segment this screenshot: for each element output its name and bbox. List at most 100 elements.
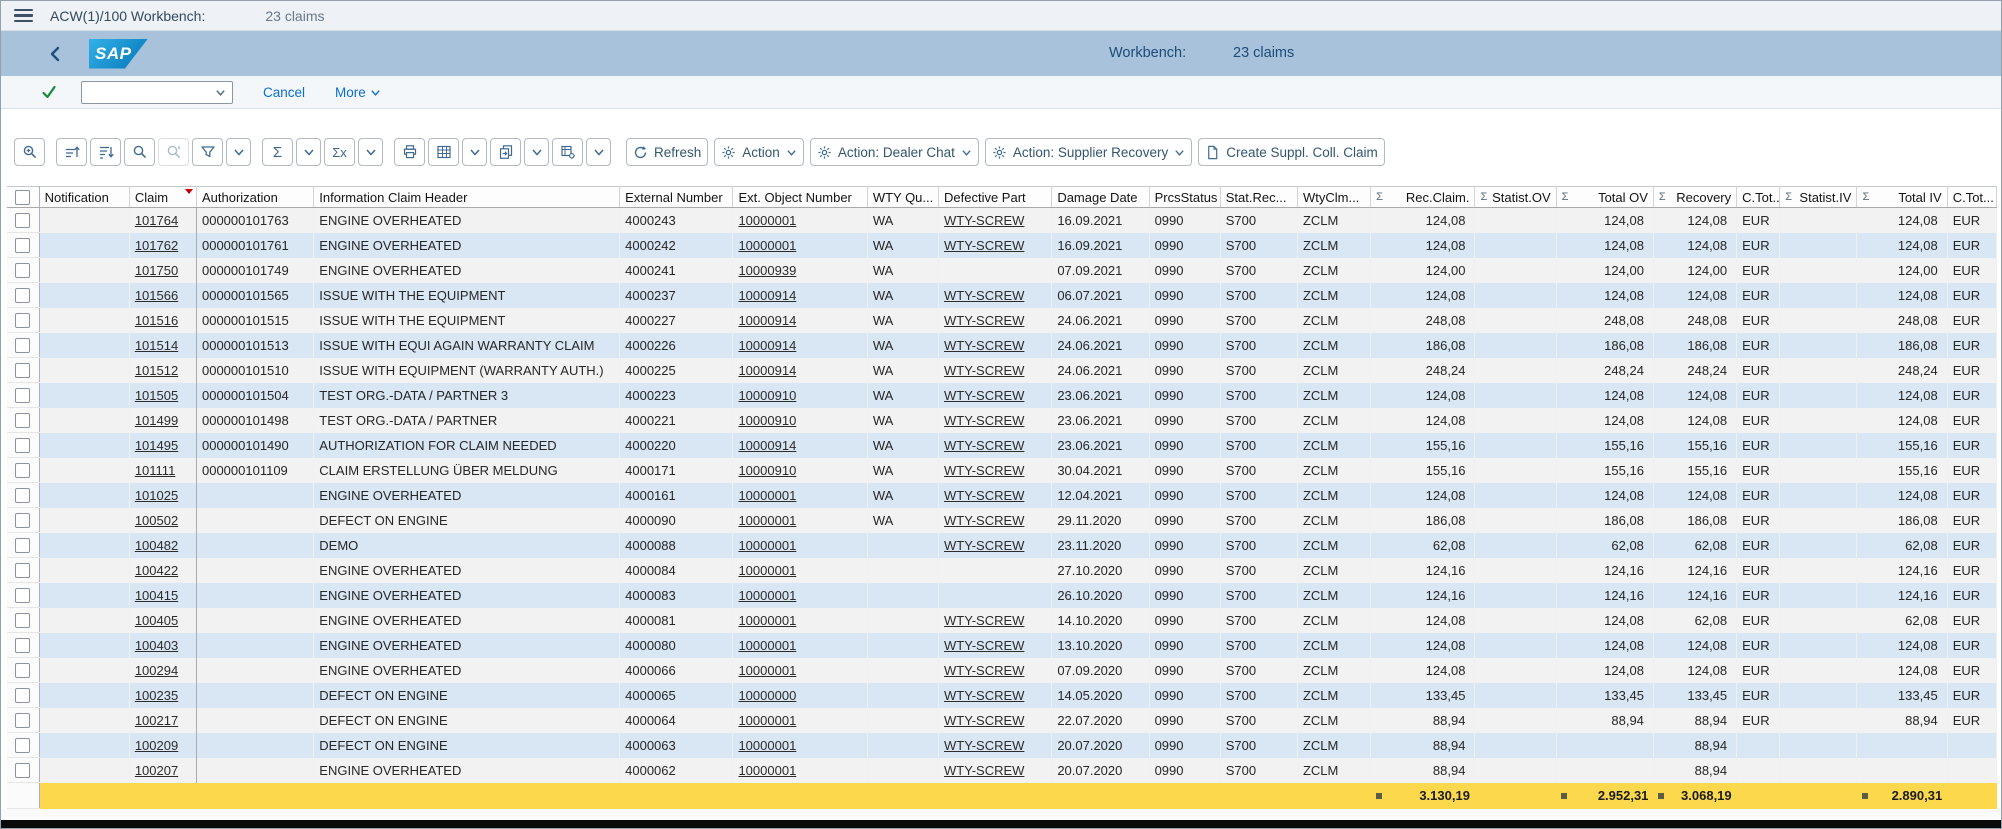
claim-link[interactable]: 100415 xyxy=(135,588,178,603)
ext-object-link[interactable]: 10000001 xyxy=(738,213,796,228)
column-header-wty_clm[interactable]: WtyClm... xyxy=(1297,186,1372,208)
subtotal-button[interactable]: Σx xyxy=(324,138,355,166)
confirm-button[interactable] xyxy=(41,84,57,100)
row-checkbox[interactable] xyxy=(15,263,31,279)
claim-link[interactable]: 100207 xyxy=(135,763,178,778)
defective-part-link[interactable]: WTY-SCREW xyxy=(944,738,1024,753)
action-supplier-recovery-button[interactable]: Action: Supplier Recovery xyxy=(984,138,1193,166)
total-menu-button[interactable] xyxy=(296,138,321,166)
column-header-total_ov[interactable]: Σ Total OV xyxy=(1556,186,1654,208)
filter-menu-button[interactable] xyxy=(226,138,251,166)
combobox-dropdown-button[interactable] xyxy=(209,82,232,103)
views-menu-button[interactable] xyxy=(462,138,487,166)
ext-object-link[interactable]: 10000000 xyxy=(738,688,796,703)
defective-part-link[interactable]: WTY-SCREW xyxy=(944,513,1024,528)
claim-link[interactable]: 101750 xyxy=(135,263,178,278)
defective-part-link[interactable]: WTY-SCREW xyxy=(944,488,1024,503)
subtotal-menu-button[interactable] xyxy=(358,138,383,166)
claim-link[interactable]: 101566 xyxy=(135,288,178,303)
defective-part-link[interactable]: WTY-SCREW xyxy=(944,438,1024,453)
claim-link[interactable]: 100217 xyxy=(135,713,178,728)
column-header-notification[interactable]: Notification xyxy=(39,186,130,208)
column-header-authorization[interactable]: Authorization xyxy=(196,186,315,208)
claim-link[interactable]: 100235 xyxy=(135,688,178,703)
defective-part-link[interactable]: WTY-SCREW xyxy=(944,338,1024,353)
ext-object-link[interactable]: 10000914 xyxy=(738,338,796,353)
total-button[interactable]: Σ xyxy=(262,138,293,166)
create-suppl-coll-claim-button[interactable]: Create Suppl. Coll. Claim xyxy=(1198,138,1385,166)
defective-part-link[interactable]: WTY-SCREW xyxy=(944,363,1024,378)
export-button[interactable] xyxy=(490,138,521,166)
defective-part-link[interactable]: WTY-SCREW xyxy=(944,638,1024,653)
ext-object-link[interactable]: 10000001 xyxy=(738,538,796,553)
ext-object-link[interactable]: 10000910 xyxy=(738,388,796,403)
row-checkbox[interactable] xyxy=(15,238,31,254)
defective-part-link[interactable]: WTY-SCREW xyxy=(944,413,1024,428)
defective-part-link[interactable]: WTY-SCREW xyxy=(944,313,1024,328)
row-checkbox[interactable] xyxy=(15,513,31,529)
layout-menu-button[interactable] xyxy=(586,138,611,166)
action-dealer-chat-button[interactable]: Action: Dealer Chat xyxy=(809,138,979,166)
filter-button[interactable] xyxy=(192,138,223,166)
ext-object-link[interactable]: 10000001 xyxy=(738,563,796,578)
sort-ascending-button[interactable] xyxy=(56,138,87,166)
claim-link[interactable]: 100403 xyxy=(135,638,178,653)
row-checkbox[interactable] xyxy=(15,338,31,354)
ext-object-link[interactable]: 10000910 xyxy=(738,413,796,428)
defective-part-link[interactable]: WTY-SCREW xyxy=(944,688,1024,703)
ext-object-link[interactable]: 10000914 xyxy=(738,438,796,453)
defective-part-link[interactable]: WTY-SCREW xyxy=(944,663,1024,678)
column-header-total_iv[interactable]: Σ Total IV xyxy=(1856,186,1948,208)
claim-link[interactable]: 101499 xyxy=(135,413,178,428)
layout-settings-button[interactable] xyxy=(552,138,583,166)
claim-link[interactable]: 101495 xyxy=(135,438,178,453)
row-checkbox[interactable] xyxy=(15,413,31,429)
row-checkbox[interactable] xyxy=(15,488,31,504)
action-button[interactable]: Action xyxy=(714,138,804,166)
ext-object-link[interactable]: 10000910 xyxy=(738,463,796,478)
claim-link[interactable]: 101505 xyxy=(135,388,178,403)
ext-object-link[interactable]: 10000001 xyxy=(738,663,796,678)
ext-object-link[interactable]: 10000914 xyxy=(738,313,796,328)
row-checkbox[interactable] xyxy=(15,638,31,654)
find-next-button[interactable] xyxy=(158,138,189,166)
row-checkbox[interactable] xyxy=(15,363,31,379)
column-header-rec_claim[interactable]: Σ Rec.Claim. xyxy=(1370,186,1476,208)
claim-link[interactable]: 100405 xyxy=(135,613,178,628)
defective-part-link[interactable]: WTY-SCREW xyxy=(944,288,1024,303)
ext-object-link[interactable]: 10000001 xyxy=(738,513,796,528)
column-header-ext_number[interactable]: External Number xyxy=(619,186,734,208)
command-combobox[interactable] xyxy=(81,80,233,104)
column-header-prcs_status[interactable]: PrcsStatus xyxy=(1149,186,1221,208)
back-button[interactable] xyxy=(47,45,63,63)
cancel-button[interactable]: Cancel xyxy=(263,85,305,100)
column-header-c_tot2[interactable]: C.Tot... xyxy=(1947,186,1998,208)
column-header-stat_rec[interactable]: Stat.Rec... xyxy=(1220,186,1298,208)
display-details-button[interactable] xyxy=(14,138,45,166)
defective-part-link[interactable]: WTY-SCREW xyxy=(944,538,1024,553)
select-all-checkbox[interactable] xyxy=(15,190,31,206)
defective-part-link[interactable]: WTY-SCREW xyxy=(944,763,1024,778)
claim-link[interactable]: 101025 xyxy=(135,488,178,503)
ext-object-link[interactable]: 10000914 xyxy=(738,288,796,303)
defective-part-link[interactable]: WTY-SCREW xyxy=(944,388,1024,403)
ext-object-link[interactable]: 10000001 xyxy=(738,713,796,728)
row-checkbox[interactable] xyxy=(15,663,31,679)
claim-link[interactable]: 100482 xyxy=(135,538,178,553)
column-header-statist_iv[interactable]: Σ Statist.IV xyxy=(1779,186,1858,208)
ext-object-link[interactable]: 10000914 xyxy=(738,363,796,378)
defective-part-link[interactable]: WTY-SCREW xyxy=(944,463,1024,478)
row-checkbox[interactable] xyxy=(15,763,31,779)
column-header-statist_ov[interactable]: Σ Statist.OV xyxy=(1474,186,1557,208)
menu-icon[interactable] xyxy=(14,6,33,26)
row-checkbox[interactable] xyxy=(15,563,31,579)
column-header-defective_part[interactable]: Defective Part xyxy=(938,186,1053,208)
claim-link[interactable]: 101514 xyxy=(135,338,178,353)
claim-link[interactable]: 100422 xyxy=(135,563,178,578)
claim-link[interactable]: 101111 xyxy=(135,463,176,478)
claim-link[interactable]: 100209 xyxy=(135,738,178,753)
row-checkbox[interactable] xyxy=(15,588,31,604)
claim-link[interactable]: 101764 xyxy=(135,213,178,228)
row-checkbox[interactable] xyxy=(15,388,31,404)
row-checkbox[interactable] xyxy=(15,313,31,329)
